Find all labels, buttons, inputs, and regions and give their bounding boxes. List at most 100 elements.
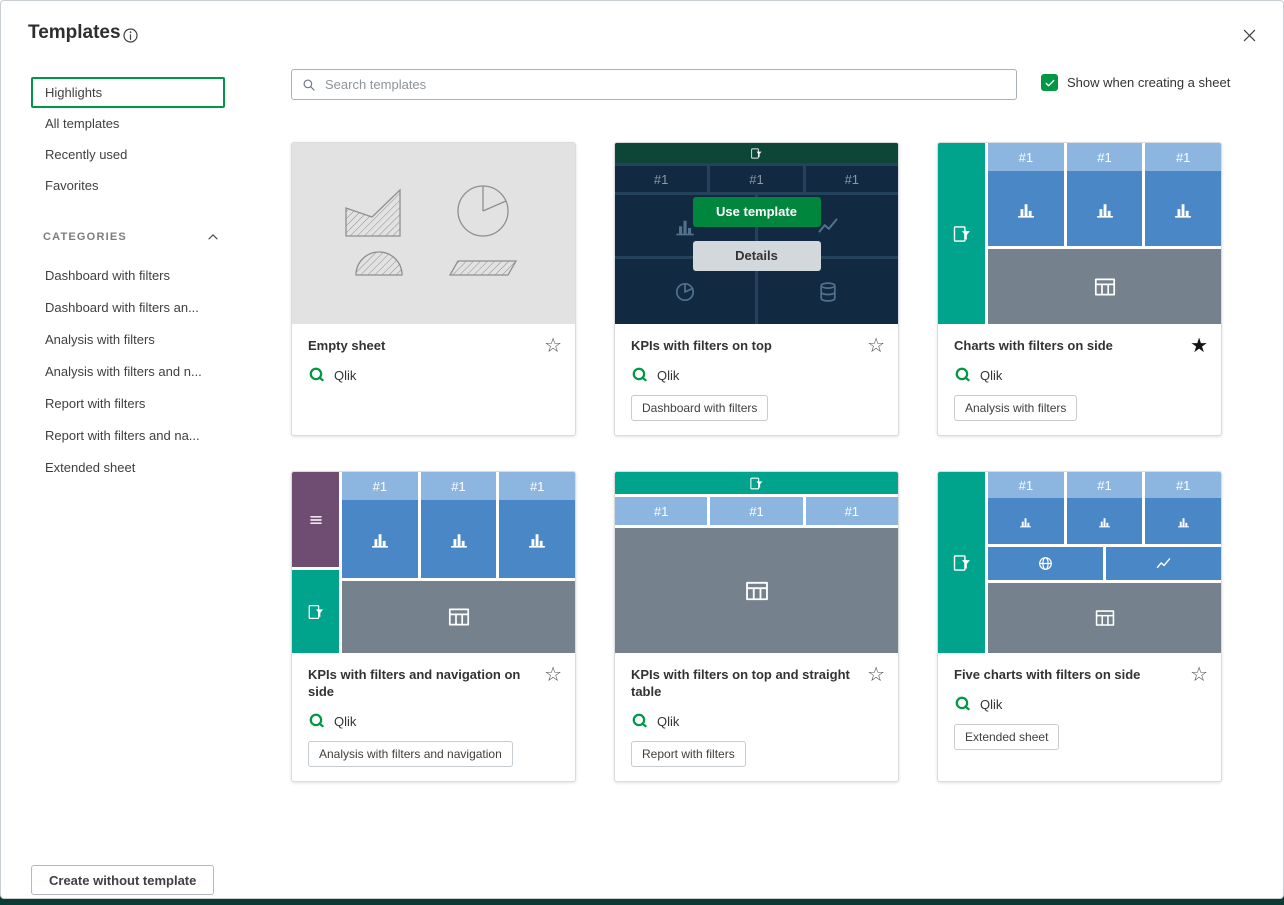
card-info: Charts with filters on side ★ Qlik Analy… [938, 324, 1221, 435]
thumb-grid: #1 #1 #1 [292, 472, 575, 653]
info-icon[interactable] [122, 27, 139, 44]
navigation-pane [292, 472, 339, 567]
table-panel [342, 581, 575, 653]
kpi-tile-body [1067, 171, 1143, 246]
sidebar-item-recently-used[interactable]: Recently used [31, 139, 225, 170]
thumb-grid: #1#1#1 [615, 472, 898, 653]
search-input[interactable] [325, 77, 1007, 92]
template-title: KPIs with filters and navigation on side [308, 666, 559, 700]
show-when-creating-checkbox[interactable] [1041, 74, 1058, 91]
sidebar-item-all-templates[interactable]: All templates [31, 108, 225, 139]
chart-tile [988, 547, 1103, 580]
publisher-name: Qlik [980, 368, 1002, 383]
table-panel [615, 528, 898, 653]
filter-pane [292, 570, 339, 653]
line-chart-icon [1155, 555, 1172, 572]
kpi-tile-label: #1 [421, 472, 497, 500]
filter-pane-icon [952, 553, 972, 573]
publisher-name: Qlik [657, 368, 679, 383]
sidebar-category-analysis-with-filters[interactable]: Analysis with filters [31, 323, 225, 355]
kpi-tile: #1 [499, 472, 575, 578]
category-chip: Extended sheet [954, 724, 1059, 750]
kpi-tile: #1 [342, 472, 418, 578]
kpi-tile: #1 [1067, 472, 1143, 544]
hover-actions: Use template Details [615, 143, 898, 324]
kpi-tile: #1 [1145, 143, 1221, 246]
filter-pane [938, 143, 985, 324]
template-title: Five charts with filters on side [954, 666, 1205, 683]
bar-chart-icon [1097, 514, 1112, 529]
template-card[interactable]: Empty sheet ☆ Qlik [291, 142, 576, 436]
templates-dialog: Templates HighlightsAll templatesRecentl… [0, 0, 1284, 899]
template-title: Empty sheet [308, 337, 559, 354]
favorite-star[interactable]: ☆ [1190, 664, 1208, 684]
sidebar-category-extended-sheet[interactable]: Extended sheet [31, 451, 225, 483]
bar-chart-icon [1172, 198, 1194, 220]
template-card[interactable]: #1 #1 #1 Charts with filters on side ★ Q… [937, 142, 1222, 436]
details-button[interactable]: Details [693, 241, 821, 271]
favorite-star[interactable]: ☆ [544, 335, 562, 355]
kpi-tile: #1 [1067, 143, 1143, 246]
check-icon [1044, 77, 1056, 89]
card-info: Five charts with filters on side ☆ Qlik … [938, 653, 1221, 781]
table-icon [447, 605, 471, 629]
sidebar-item-favorites[interactable]: Favorites [31, 170, 225, 201]
sidebar-category-analysis-with-filters-and-n[interactable]: Analysis with filters and n... [31, 355, 225, 387]
kpi-tile: #1 [1145, 472, 1221, 544]
kpi-tile-label: #1 [1067, 143, 1143, 171]
kpi-tile-body [1145, 498, 1221, 544]
qlik-logo [308, 366, 326, 384]
menu-icon [308, 512, 324, 528]
sidebar-category-report-with-filters[interactable]: Report with filters [31, 387, 225, 419]
template-card[interactable]: #1 #1 #1 Five charts with filters on sid… [937, 471, 1222, 782]
template-card[interactable]: #1#1#1 Use template Details KPIs with fi… [614, 142, 899, 436]
kpi-tile-label: #1 [710, 497, 802, 525]
category-chip: Analysis with filters [954, 395, 1077, 421]
qlik-logo [308, 712, 326, 730]
sidebar-category-report-with-filters-and-na[interactable]: Report with filters and na... [31, 419, 225, 451]
create-without-template-button[interactable]: Create without template [31, 865, 214, 895]
kpi-tile: #1 [988, 472, 1064, 544]
favorite-star[interactable]: ☆ [867, 335, 885, 355]
search-icon [301, 77, 317, 93]
card-info: Empty sheet ☆ Qlik [292, 324, 575, 435]
publisher-row: Qlik [954, 695, 1205, 713]
favorite-star[interactable]: ☆ [544, 664, 562, 684]
kpi-tile-label: #1 [988, 472, 1064, 498]
sidebar-main-items: HighlightsAll templatesRecently usedFavo… [31, 77, 225, 201]
filter-pane [938, 472, 985, 653]
show-when-creating-label: Show when creating a sheet [1067, 75, 1230, 90]
template-card[interactable]: #1 #1 #1 KPIs with filters and navigatio… [291, 471, 576, 782]
card-info: KPIs with filters on top ☆ Qlik Dashboar… [615, 324, 898, 435]
search-bar [291, 69, 1017, 100]
kpi-tile: #1 [421, 472, 497, 578]
template-title: KPIs with filters on top [631, 337, 882, 354]
sidebar-item-highlights[interactable]: Highlights [31, 77, 225, 108]
sidebar-category-dashboard-with-filters-an[interactable]: Dashboard with filters an... [31, 291, 225, 323]
favorite-star[interactable]: ★ [1190, 335, 1208, 355]
table-panel [988, 249, 1221, 324]
chart-tile [1106, 547, 1221, 580]
kpi-tile-label: #1 [342, 472, 418, 500]
template-grid: Empty sheet ☆ Qlik #1#1#1 Use template D… [291, 142, 1222, 782]
favorite-star[interactable]: ☆ [867, 664, 885, 684]
kpi-tile-body [499, 500, 575, 578]
sidebar-category-dashboard-with-filters[interactable]: Dashboard with filters [31, 259, 225, 291]
category-chip: Analysis with filters and navigation [308, 741, 513, 767]
close-icon[interactable] [1240, 26, 1259, 45]
template-title: Charts with filters on side [954, 337, 1205, 354]
category-chip: Dashboard with filters [631, 395, 768, 421]
sidebar-category-items: Dashboard with filtersDashboard with fil… [31, 259, 225, 483]
dialog-title: Templates [28, 22, 121, 44]
template-thumbnail: #1#1#1 [615, 472, 898, 653]
template-card[interactable]: #1#1#1 KPIs with filters on top and stra… [614, 471, 899, 782]
kpi-tile-body [1067, 498, 1143, 544]
bar-chart-icon [448, 528, 470, 550]
qlik-logo [631, 366, 649, 384]
table-icon [1094, 607, 1116, 629]
show-when-creating-row: Show when creating a sheet [1041, 74, 1230, 91]
filter-pane-icon [952, 224, 972, 244]
filter-pane-icon [749, 476, 764, 491]
chevron-up-icon[interactable] [205, 229, 221, 245]
use-template-button[interactable]: Use template [693, 197, 821, 227]
